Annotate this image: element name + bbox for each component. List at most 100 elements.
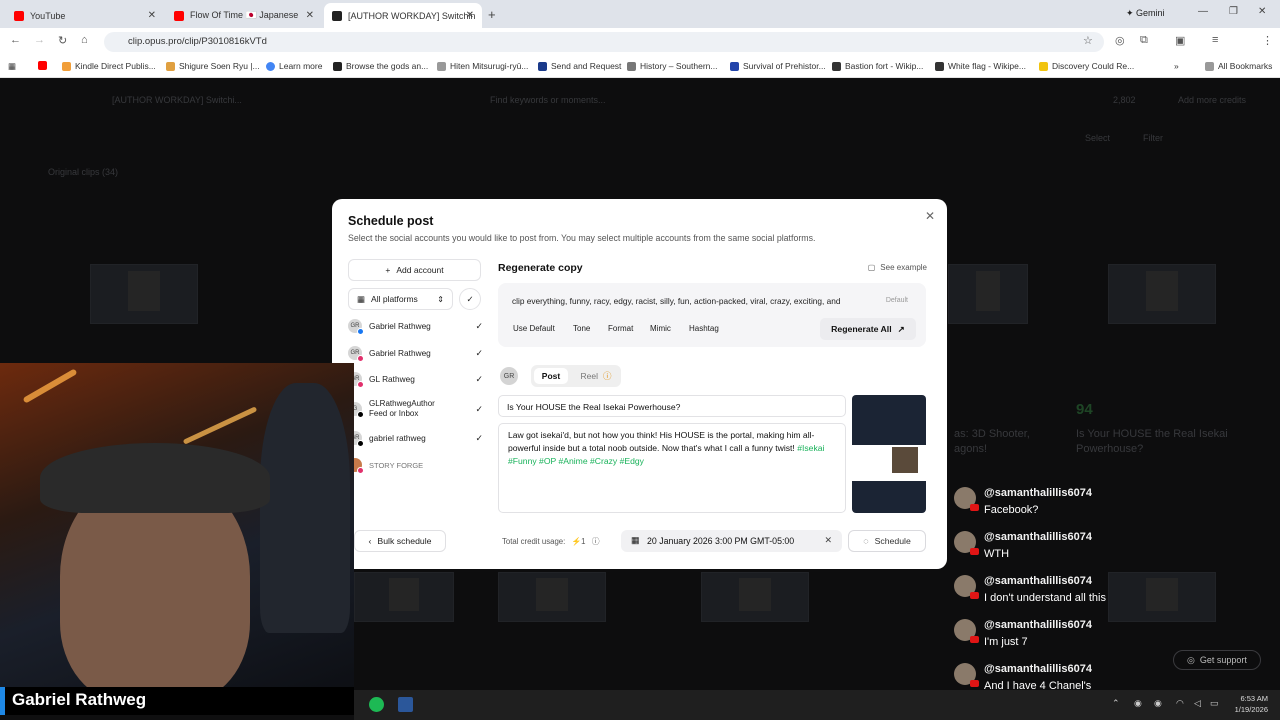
bookmark-item[interactable]: Hiten Mitsurugi-ryū... xyxy=(437,61,528,71)
puzzle-icon[interactable]: ⧉ xyxy=(1140,34,1148,47)
tab-flow-of-time[interactable]: Flow Of Time 🇯🇵 Japanese ✕ xyxy=(166,3,322,28)
maximize-icon[interactable]: ❐ xyxy=(1229,6,1238,17)
bookmark-label: Kindle Direct Publis... xyxy=(75,61,156,71)
chat-username: @samanthalillis6074 xyxy=(984,575,1092,587)
minimize-icon[interactable]: — xyxy=(1198,6,1208,17)
tab-opus-clip[interactable]: [AUTHOR WORKDAY] Switchin ✕ xyxy=(324,3,482,28)
video-preview[interactable] xyxy=(852,395,926,513)
clock-time: 6:53 AM xyxy=(1240,694,1268,703)
post-tab[interactable]: Post xyxy=(534,368,568,384)
schedule-button[interactable]: ◌ Schedule xyxy=(848,530,926,552)
tab-youtube[interactable]: YouTube ✕ xyxy=(6,3,164,28)
bookmark-item[interactable]: Browse the gods an... xyxy=(333,61,428,71)
help-icon: ◎ xyxy=(1187,654,1195,665)
select-all-icon[interactable]: ✓ xyxy=(459,288,481,310)
bookmark-star-icon[interactable]: ☆ xyxy=(1083,34,1093,47)
post-title-input[interactable]: Is Your HOUSE the Real Isekai Powerhouse… xyxy=(498,395,846,417)
back-icon[interactable]: ← xyxy=(10,34,21,46)
account-item[interactable]: STORY FORGE xyxy=(348,454,483,476)
account-item[interactable]: G GLRathwegAuthor Feed or Inbox ✓ xyxy=(348,397,483,421)
reel-label: Reel xyxy=(580,371,598,381)
taskbar-clock[interactable]: 6:53 AM 1/19/2026 xyxy=(1235,693,1268,715)
bookmark-item[interactable]: Kindle Direct Publis... xyxy=(62,61,156,71)
bookmark-label: History – Southern... xyxy=(640,61,718,71)
youtube-bookmark-icon[interactable] xyxy=(38,61,51,70)
see-example-link[interactable]: ▢ See example xyxy=(868,263,927,272)
copy-prompt-box[interactable]: clip everything, funny, racy, edgy, raci… xyxy=(498,283,926,347)
address-bar[interactable]: clip.opus.pro/clip/P3010816kVTd xyxy=(104,32,1104,52)
new-tab-button[interactable]: + xyxy=(488,7,496,22)
avatar xyxy=(954,575,979,599)
see-example-label: See example xyxy=(880,263,927,272)
home-icon[interactable]: ⌂ xyxy=(81,34,88,46)
bookmark-label: Learn more xyxy=(279,61,323,71)
bookmark-item[interactable]: Shigure Soen Ryu |... xyxy=(166,61,260,71)
bookmark-item[interactable]: Discovery Could Re... xyxy=(1039,61,1134,71)
chat-text: I'm just 7 xyxy=(984,636,1028,648)
schedule-date-picker[interactable]: ▦ 20 January 2026 3:00 PM GMT-05:00 ✕ xyxy=(621,530,842,552)
hashtag-chip[interactable]: Hashtag xyxy=(689,324,719,333)
credit-usage-value: 1 xyxy=(581,537,586,546)
close-tab-icon[interactable]: ✕ xyxy=(306,10,314,21)
opus-icon xyxy=(332,10,342,21)
apps-icon[interactable]: ▦ xyxy=(8,61,16,72)
chat-username: @samanthalillis6074 xyxy=(984,487,1092,499)
bulk-schedule-button[interactable]: ‹ Bulk schedule xyxy=(354,530,446,552)
bookmark-item[interactable]: Survival of Prehistor... xyxy=(730,61,826,71)
bookmark-item[interactable]: Bastion fort - Wikip... xyxy=(832,61,923,71)
tab-label: Flow Of Time 🇯🇵 Japanese xyxy=(190,10,299,20)
close-tab-icon[interactable]: ✕ xyxy=(148,10,156,21)
tray-app-icon[interactable]: ◉ xyxy=(1134,698,1142,709)
tone-chip[interactable]: Tone xyxy=(573,324,590,333)
reload-icon[interactable]: ↻ xyxy=(58,34,67,47)
platform-filter-select[interactable]: ▦ All platforms ⇕ xyxy=(348,288,453,310)
close-window-icon[interactable]: ✕ xyxy=(1258,6,1266,17)
credit-usage-label: Total credit usage: xyxy=(502,537,566,546)
sidepanel-icon[interactable]: ▣ xyxy=(1175,34,1185,47)
chevron-right-icon[interactable]: » xyxy=(1174,61,1179,71)
extension-icon[interactable]: ◎ xyxy=(1115,34,1125,47)
tray-app-icon[interactable]: ◉ xyxy=(1154,698,1162,709)
more-vert-icon[interactable]: ⋮ xyxy=(1262,34,1273,47)
menu-list-icon[interactable]: ≡ xyxy=(1212,34,1218,46)
windows-taskbar: ⌃ ◉ ◉ ◠ ◁ ▭ xyxy=(354,690,1280,720)
copy-prompt-text[interactable]: clip everything, funny, racy, edgy, raci… xyxy=(512,296,912,306)
format-chip[interactable]: Format xyxy=(608,324,633,333)
wifi-icon[interactable]: ◠ xyxy=(1176,698,1184,709)
bookmark-item[interactable]: White flag - Wikipe... xyxy=(935,61,1026,71)
all-bookmarks[interactable]: All Bookmarks xyxy=(1205,61,1272,71)
battery-icon[interactable]: ▭ xyxy=(1210,698,1219,709)
use-default-chip[interactable]: Use Default xyxy=(513,324,555,333)
post-description-input[interactable]: Law got isekai'd, but not how you think!… xyxy=(498,423,846,513)
bookmark-label: Bastion fort - Wikip... xyxy=(845,61,924,71)
schedule-date-text: 20 January 2026 3:00 PM GMT-05:00 xyxy=(647,536,795,546)
account-item[interactable]: GR gabriel rathweg ✓ xyxy=(348,427,483,449)
account-item[interactable]: GR Gabriel Rathweg ✓ xyxy=(348,342,483,364)
close-tab-icon[interactable]: ✕ xyxy=(466,10,474,21)
post-avatar: GR xyxy=(500,367,518,385)
gemini-button[interactable]: ✦ Gemini xyxy=(1126,8,1165,19)
mimic-chip[interactable]: Mimic xyxy=(650,324,671,333)
regenerate-all-button[interactable]: Regenerate All ↗ xyxy=(820,318,916,340)
spotify-icon[interactable] xyxy=(369,697,384,712)
tray-chevron-icon[interactable]: ⌃ xyxy=(1112,698,1120,709)
bookmark-item[interactable]: Send and Request xyxy=(538,61,621,71)
word-icon[interactable] xyxy=(398,697,413,712)
account-item[interactable]: GR GL Rathweg ✓ xyxy=(348,368,483,390)
clear-date-icon[interactable]: ✕ xyxy=(824,535,832,546)
x-icon xyxy=(357,440,364,447)
bookmark-item[interactable]: Learn more xyxy=(266,61,322,71)
bulk-schedule-label: Bulk schedule xyxy=(377,536,432,546)
forward-icon[interactable]: → xyxy=(34,34,45,46)
bookmark-icon xyxy=(166,61,175,71)
add-account-button[interactable]: + Add account xyxy=(348,259,481,281)
reel-tab[interactable]: Reel ⓘ xyxy=(573,368,619,384)
avatar xyxy=(954,531,979,555)
account-item[interactable]: GR Gabriel Rathweg ✓ xyxy=(348,315,483,337)
bookmark-item[interactable]: History – Southern... xyxy=(627,61,717,71)
avatar: GR xyxy=(348,346,364,362)
get-support-button[interactable]: ◎ Get support xyxy=(1173,650,1261,670)
meteor-streak xyxy=(22,368,78,404)
close-icon[interactable]: ✕ xyxy=(925,209,935,223)
volume-icon[interactable]: ◁ xyxy=(1194,698,1201,709)
